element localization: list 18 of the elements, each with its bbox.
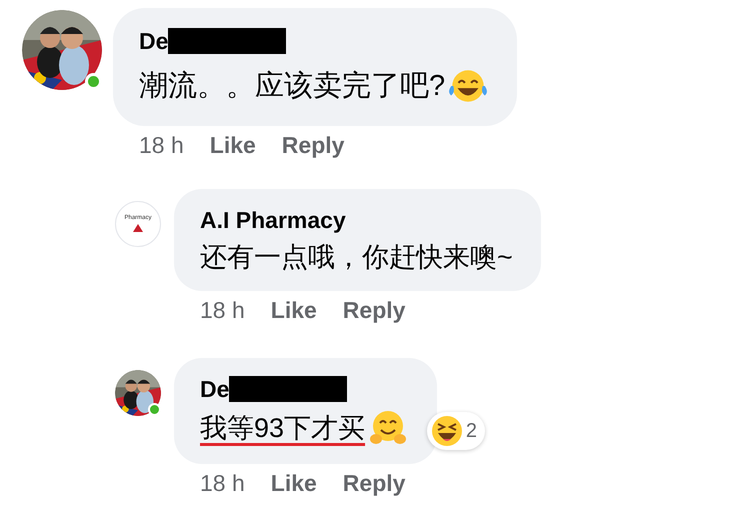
comment-action-link[interactable]: Reply (342, 470, 406, 497)
comment-text: 还有一点哦，你赶快来噢~ (200, 241, 513, 274)
commenter-name[interactable]: De (139, 28, 168, 54)
reaction-badge[interactable]: 2 (426, 412, 486, 450)
comment-action-link[interactable]: Reply (282, 132, 344, 159)
comment-action-link[interactable]: Like (270, 297, 317, 324)
reaction-count: 2 (466, 420, 478, 442)
commenter-name[interactable]: De (200, 376, 230, 402)
comment-time: 18 h (139, 132, 184, 159)
comment-text: 我等93下才买 (200, 412, 366, 445)
comment-time: 18 h (200, 297, 245, 324)
commenter-name[interactable]: A.I Pharmacy (200, 206, 346, 234)
comment-text: 潮流。。应该卖完了吧? (139, 69, 446, 104)
comment-action-link[interactable]: Like (210, 132, 256, 159)
comment-action-link[interactable]: Reply (342, 297, 406, 324)
laughing-emoji-icon (430, 415, 463, 447)
comment-time: 18 h (200, 470, 245, 497)
comment-action-link[interactable]: Like (270, 470, 317, 497)
